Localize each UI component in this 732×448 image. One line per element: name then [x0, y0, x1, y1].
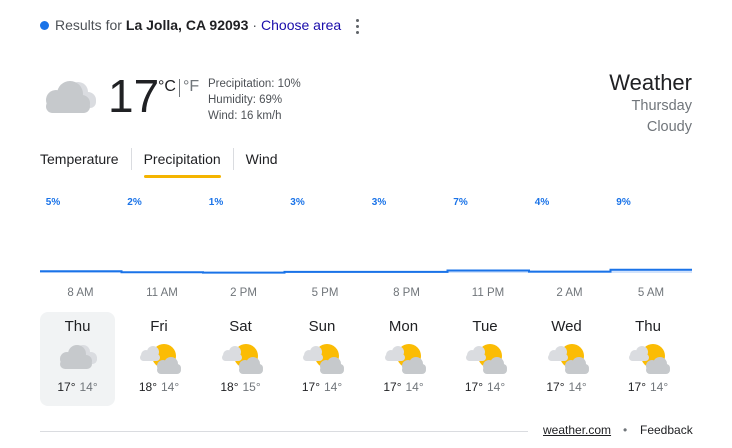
day-forecast-sun[interactable]: Sun 17° 14° — [285, 312, 360, 406]
precipitation-detail: Precipitation: 10% — [208, 78, 301, 90]
low-temperature: 14° — [568, 380, 587, 394]
celsius-button[interactable]: °C — [158, 78, 176, 96]
fahrenheit-button[interactable]: °F — [183, 78, 199, 96]
high-temperature: 18° — [138, 380, 157, 394]
source-link[interactable]: weather.com — [543, 423, 611, 437]
hour-label: 8 AM — [67, 287, 94, 299]
separator-dot: · — [252, 17, 258, 33]
day-temperatures: 17° 14° — [448, 380, 523, 394]
day-name: Mon — [388, 318, 419, 335]
day-temperatures: 18° 15° — [203, 380, 278, 394]
day-forecast-sat[interactable]: Sat 18° 15° — [203, 312, 278, 406]
day-temperatures: 17° 14° — [285, 380, 360, 394]
day-name: Thu — [635, 318, 661, 335]
partly-cloudy-icon — [221, 344, 263, 374]
day-name: Tue — [472, 318, 498, 335]
day-name: Wed — [551, 318, 582, 335]
partly-cloudy-icon — [547, 344, 589, 374]
hour-label: 11 PM — [471, 287, 505, 299]
low-temperature: 14° — [405, 380, 424, 394]
cloudy-icon — [46, 81, 96, 113]
high-temperature: 17° — [546, 380, 565, 394]
low-temperature: 14° — [487, 380, 506, 394]
low-temperature: 14° — [161, 380, 180, 394]
low-temperature: 14° — [324, 380, 343, 394]
tab-bar: Temperature Precipitation Wind — [40, 148, 290, 178]
hour-label: 11 AM — [146, 287, 178, 299]
precipitation-value-label: 3% — [372, 197, 387, 208]
partly-cloudy-icon — [303, 344, 344, 374]
day-temperatures: 17° 14° — [611, 380, 686, 394]
partly-cloudy-icon — [629, 344, 670, 374]
results-for-line: Results for La Jolla, CA 92093 · Choose … — [40, 17, 341, 33]
high-temperature: 17° — [57, 380, 76, 394]
humidity-detail: Humidity: 69% — [208, 94, 283, 106]
cloudy-icon — [59, 345, 97, 369]
weather-condition: Cloudy — [646, 119, 692, 135]
low-temperature: 15° — [242, 380, 261, 394]
high-temperature: 17° — [301, 380, 320, 394]
tab-temperature[interactable]: Temperature — [40, 149, 131, 169]
day-name: Sat — [229, 318, 252, 335]
partly-cloudy-icon — [140, 344, 181, 374]
precipitation-value-label: 5% — [46, 197, 61, 208]
location-name: La Jolla, CA 92093 — [125, 17, 249, 33]
high-temperature: 17° — [627, 380, 646, 394]
precipitation-value-label: 9% — [616, 197, 631, 208]
weather-day: Thursday — [631, 98, 692, 114]
hour-axis: 8 AM 11 AM 2 PM 5 PM 8 PM 11 PM 2 AM 5 AM — [40, 287, 692, 303]
precipitation-line — [40, 268, 692, 274]
day-name: Fri — [150, 318, 168, 335]
hour-label: 8 PM — [393, 287, 420, 299]
tab-precipitation[interactable]: Precipitation — [132, 149, 233, 178]
more-options-icon[interactable] — [350, 16, 364, 36]
precipitation-value-label: 2% — [127, 197, 142, 208]
tab-wind[interactable]: Wind — [234, 149, 290, 169]
day-name: Thu — [64, 318, 91, 335]
day-forecast-mon[interactable]: Mon 17° 14° — [366, 312, 441, 406]
results-prefix: Results for — [55, 17, 122, 33]
choose-area-link[interactable]: Choose area — [261, 17, 341, 33]
day-forecast-wed[interactable]: Wed 17° 14° — [529, 312, 604, 406]
day-temperatures: 17° 14° — [529, 380, 604, 394]
low-temperature: 14° — [79, 380, 98, 394]
day-temperatures: 18° 14° — [122, 380, 197, 394]
day-forecast-tue[interactable]: Tue 17° 14° — [448, 312, 523, 406]
current-temperature: 17 — [108, 70, 160, 122]
high-temperature: 17° — [383, 380, 402, 394]
precipitation-value-label: 3% — [290, 197, 305, 208]
location-dot-icon — [40, 20, 49, 30]
weather-details: Precipitation: 10% Humidity: 69% Wind: 1… — [208, 76, 301, 124]
day-temperatures: 17° 14° — [366, 380, 441, 394]
high-temperature: 17° — [464, 380, 483, 394]
hour-label: 2 PM — [230, 287, 257, 299]
weather-summary: Weather Thursday Cloudy — [609, 70, 692, 138]
unit-divider — [178, 79, 180, 97]
unit-toggle: °C °F — [158, 78, 199, 97]
day-forecast-thu-next[interactable]: Thu 17° 14° — [611, 312, 686, 406]
daily-forecast: Thu 17° 14° Fri 18° 14° Sat 18° 15° Sun 17° 14° Mon 1… — [40, 312, 692, 408]
day-forecast-fri[interactable]: Fri 18° 14° — [122, 312, 197, 406]
day-temperatures: 17° 14° — [40, 380, 115, 394]
hour-label: 5 PM — [311, 287, 339, 299]
precipitation-value-label: 1% — [209, 197, 224, 208]
precipitation-chart: 5% 2% 1% 3% 3% 7% 4% 9% — [40, 197, 692, 274]
footer-dot: • — [623, 423, 628, 437]
partly-cloudy-icon — [466, 344, 507, 374]
weather-title: Weather — [609, 70, 692, 95]
day-name: Sun — [308, 318, 336, 335]
day-forecast-thu[interactable]: Thu 17° 14° — [40, 312, 115, 406]
hour-label: 5 AM — [637, 287, 665, 299]
low-temperature: 14° — [650, 380, 669, 394]
high-temperature: 18° — [220, 380, 239, 394]
partly-cloudy-icon — [384, 344, 426, 374]
wind-detail: Wind: 16 km/h — [208, 110, 282, 122]
precipitation-value-label: 4% — [535, 197, 550, 208]
feedback-link[interactable]: Feedback — [640, 423, 693, 437]
precipitation-value-label: 7% — [453, 197, 468, 208]
footer-divider — [40, 431, 528, 432]
hour-label: 2 AM — [556, 287, 583, 299]
